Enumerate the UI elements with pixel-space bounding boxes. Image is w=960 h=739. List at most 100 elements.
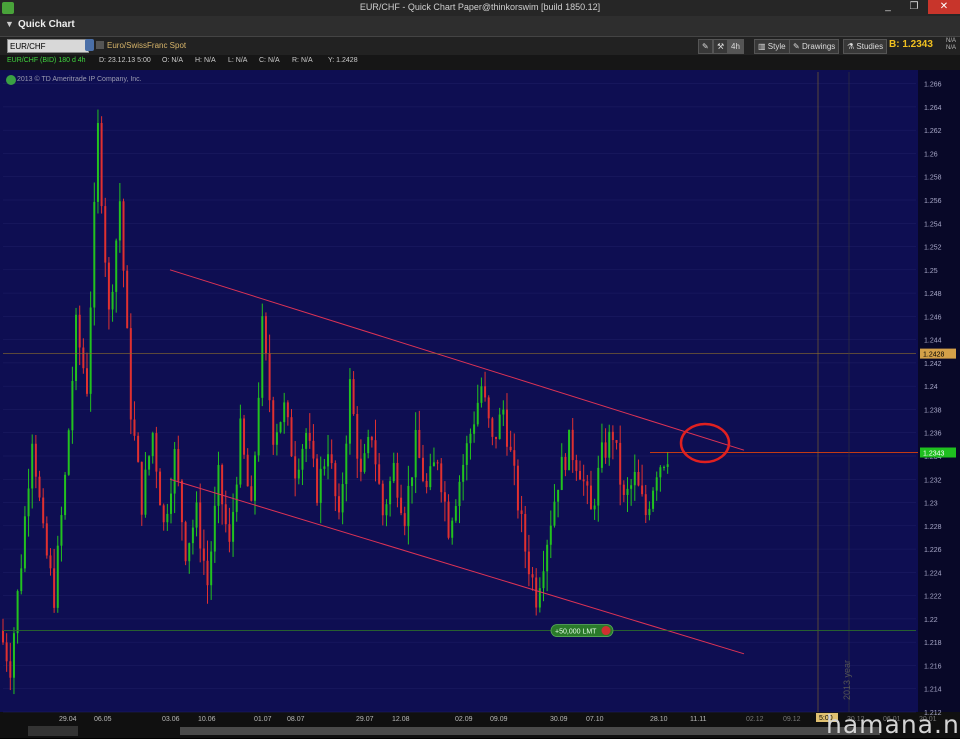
y-tick-label: 1.252 bbox=[924, 245, 942, 252]
y-tick-label: 1.248 bbox=[924, 291, 942, 298]
order-label: +50,000 LMT bbox=[555, 629, 597, 636]
candle-body bbox=[524, 514, 527, 552]
y-tick-label: 1.216 bbox=[924, 663, 942, 670]
candle-body bbox=[257, 397, 260, 456]
candle-body bbox=[557, 489, 560, 502]
candle-body bbox=[96, 122, 99, 202]
y-tick-label: 1.242 bbox=[924, 361, 942, 368]
quote-na-top: N/A bbox=[946, 38, 957, 44]
candle-body bbox=[546, 544, 549, 572]
candle-body bbox=[356, 414, 359, 459]
symbol-lookup-button[interactable] bbox=[85, 39, 94, 51]
candle-body bbox=[597, 467, 600, 506]
y-tick-label: 1.262 bbox=[924, 128, 942, 135]
y-tick-label: 1.254 bbox=[924, 221, 942, 228]
studies-button[interactable]: ⚗ Studies bbox=[843, 39, 888, 54]
candle-body bbox=[619, 442, 622, 485]
x-tick-label: 06.05 bbox=[94, 716, 112, 723]
x-tick-label: 09.09 bbox=[490, 716, 508, 723]
candle-body bbox=[228, 524, 231, 542]
candle-body bbox=[20, 568, 23, 592]
candle-body bbox=[641, 485, 644, 495]
candle-body bbox=[89, 307, 92, 394]
candle-body bbox=[67, 430, 70, 475]
candle-body bbox=[118, 201, 121, 241]
candle-body bbox=[330, 454, 333, 464]
flask-icon: ⚗ bbox=[847, 42, 857, 51]
candle-body bbox=[484, 386, 487, 398]
candle-body bbox=[38, 476, 41, 498]
candle-body bbox=[78, 314, 81, 348]
candle-body bbox=[608, 431, 611, 458]
candle-body bbox=[100, 122, 103, 207]
candle-body bbox=[345, 443, 348, 485]
candle-body bbox=[159, 471, 162, 506]
candle-body bbox=[571, 429, 574, 461]
candle-body bbox=[279, 422, 282, 433]
candle-body bbox=[169, 493, 172, 514]
x-tick-label: 08.07 bbox=[287, 716, 305, 723]
crosshair-price-label: 1.2428 bbox=[923, 352, 945, 359]
candle-body bbox=[155, 433, 158, 472]
candle-body bbox=[12, 633, 15, 678]
price-chart[interactable]: 1.266 1.264 1.262 1.26 1.258 1.256 1.254 1.252 1… bbox=[0, 70, 960, 738]
last-price: B: 1.2343 bbox=[889, 39, 933, 50]
candle-body bbox=[659, 467, 662, 478]
candle-body bbox=[378, 464, 381, 484]
candle-body bbox=[42, 497, 45, 524]
copyright-text: 2013 © TD Ameritrade IP Company, Inc. bbox=[17, 76, 142, 83]
candle-body bbox=[367, 436, 370, 454]
style-button[interactable]: ▥ Style bbox=[754, 39, 790, 54]
drawings-button[interactable]: ✎ Drawings bbox=[789, 39, 840, 54]
candle-body bbox=[53, 568, 56, 608]
candle-body bbox=[253, 455, 256, 501]
symbol-description-text: Euro/SwissFranc Spot bbox=[107, 41, 187, 50]
close-button[interactable]: ✕ bbox=[928, 0, 960, 14]
x-tick-label: 02.09 bbox=[455, 716, 473, 723]
y-tick-label: 1.244 bbox=[924, 338, 942, 345]
cancel-order-icon[interactable] bbox=[601, 626, 611, 636]
candle-body bbox=[202, 548, 205, 561]
candle-body bbox=[421, 457, 424, 481]
minimize-button[interactable]: _ bbox=[877, 0, 899, 14]
y-tick-label: 1.226 bbox=[924, 547, 942, 554]
symbol-input[interactable] bbox=[7, 39, 89, 53]
candle-body bbox=[49, 555, 52, 569]
candle-body bbox=[137, 435, 140, 462]
candle-body bbox=[611, 431, 614, 441]
y-tick-label: 1.258 bbox=[924, 175, 942, 182]
candle-body bbox=[505, 409, 508, 447]
candle-body bbox=[71, 380, 74, 431]
zoom-controls[interactable] bbox=[28, 726, 78, 736]
candle-body bbox=[622, 484, 625, 495]
candle-body bbox=[385, 504, 388, 516]
maximize-button[interactable]: ❐ bbox=[903, 0, 925, 14]
candle-body bbox=[23, 516, 26, 569]
info-y: Y: 1.2428 bbox=[328, 57, 358, 64]
title-bar: EUR/CHF - Quick Chart Paper@thinkorswim … bbox=[0, 0, 960, 16]
wrench-icon[interactable]: ⚒ bbox=[713, 39, 729, 54]
candle-body bbox=[34, 443, 37, 477]
y-tick-label: 1.22 bbox=[924, 617, 938, 624]
studies-label: Studies bbox=[856, 42, 884, 51]
y-tick-label: 1.214 bbox=[924, 687, 942, 694]
candle-body bbox=[290, 417, 293, 457]
candle-body bbox=[111, 291, 114, 310]
aggregation-selector[interactable]: 4h bbox=[727, 39, 744, 54]
symbol-settings-icon[interactable] bbox=[96, 41, 104, 49]
candle-body bbox=[582, 479, 585, 482]
candle-body bbox=[104, 206, 107, 263]
candle-body bbox=[451, 520, 454, 538]
candle-body bbox=[352, 379, 355, 415]
candle-body bbox=[210, 551, 213, 586]
candle-body bbox=[462, 464, 465, 482]
collapse-arrow-icon[interactable]: ▼ bbox=[5, 19, 14, 29]
y-tick-label: 1.246 bbox=[924, 314, 942, 321]
candle-body bbox=[560, 456, 563, 490]
candle-body bbox=[586, 481, 589, 486]
drawing-tools-icon[interactable]: ✎ bbox=[698, 39, 713, 54]
candle-body bbox=[473, 424, 476, 434]
candle-body bbox=[626, 488, 629, 495]
candle-body bbox=[414, 429, 417, 478]
y-tick-label: 1.266 bbox=[924, 82, 942, 89]
